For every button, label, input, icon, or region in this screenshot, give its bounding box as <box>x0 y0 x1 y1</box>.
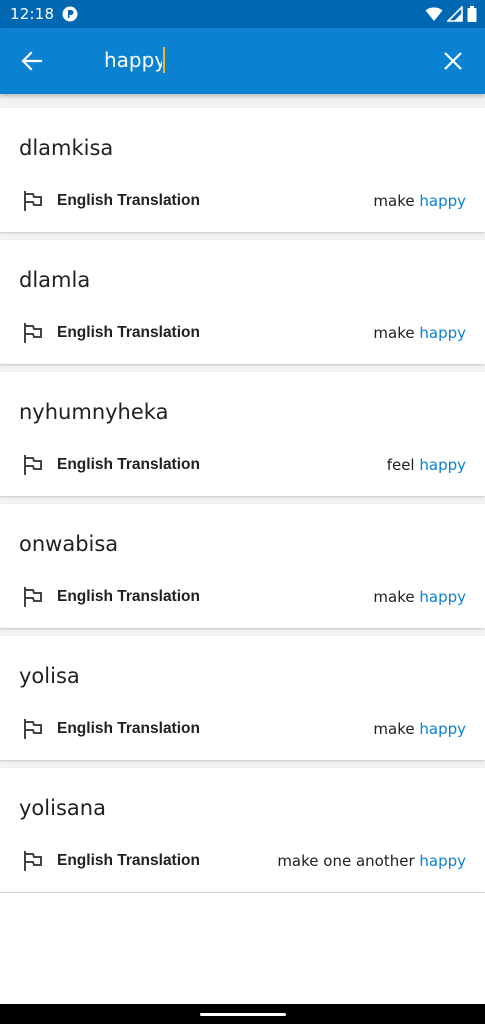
flag-icon <box>24 455 42 475</box>
translation-row: English Translation feel happy <box>22 452 466 478</box>
translation-text: feel <box>386 456 420 474</box>
search-match-highlight: happy <box>419 588 466 606</box>
search-match-highlight: happy <box>419 720 466 738</box>
search-match-highlight: happy <box>419 324 466 342</box>
translation-row: English Translation make happy <box>22 584 466 610</box>
app-notification-icon <box>62 6 78 22</box>
flag-icon <box>24 323 42 343</box>
translation-label: English Translation <box>57 852 200 869</box>
result-word: dlamkisa <box>19 136 114 160</box>
translation-value: make happy <box>373 588 466 606</box>
result-word: onwabisa <box>19 532 119 556</box>
translation-row: English Translation make one another hap… <box>22 848 466 874</box>
result-card[interactable]: yolisana English Translation make one an… <box>0 768 485 892</box>
translation-value: make happy <box>373 720 466 738</box>
translation-label: English Translation <box>57 588 200 605</box>
result-card[interactable]: nyhumnyheka English Translation feel hap… <box>0 372 485 496</box>
result-card[interactable]: dlamkisa English Translation make happy <box>0 108 485 232</box>
status-icons <box>425 6 477 22</box>
flag-icon <box>24 587 42 607</box>
translation-value: make happy <box>373 324 466 342</box>
translation-row: English Translation make happy <box>22 320 466 346</box>
text-caret <box>163 47 165 73</box>
battery-icon <box>467 6 477 22</box>
search-field[interactable] <box>104 44 165 76</box>
translation-row: English Translation make happy <box>22 188 466 214</box>
flag-icon <box>24 851 42 871</box>
home-gesture-handle[interactable] <box>200 1013 286 1016</box>
translation-label: English Translation <box>57 324 200 341</box>
result-card[interactable]: dlamla English Translation make happy <box>0 240 485 364</box>
translation-text: make <box>373 324 420 342</box>
result-word: nyhumnyheka <box>19 400 169 424</box>
translation-value: feel happy <box>387 456 466 474</box>
translation-text: make <box>373 192 420 210</box>
search-match-highlight: happy <box>419 456 466 474</box>
result-card[interactable]: yolisa English Translation make happy <box>0 636 485 760</box>
close-icon[interactable] <box>441 49 465 73</box>
signal-icon <box>447 6 463 22</box>
translation-label: English Translation <box>57 720 200 737</box>
flag-icon <box>24 719 42 739</box>
search-app-bar <box>0 28 485 94</box>
translation-text: make <box>373 720 420 738</box>
translation-label: English Translation <box>57 192 200 209</box>
system-navigation-bar <box>0 1004 485 1024</box>
translation-text: make one another <box>277 852 420 870</box>
flag-icon <box>24 191 42 211</box>
back-arrow-icon[interactable] <box>18 47 46 75</box>
translation-label: English Translation <box>57 456 200 473</box>
translation-row: English Translation make happy <box>22 716 466 742</box>
status-bar: 12:18 <box>0 0 485 28</box>
search-match-highlight: happy <box>419 192 466 210</box>
translation-value: make happy <box>373 192 466 210</box>
result-card[interactable]: onwabisa English Translation make happy <box>0 504 485 628</box>
result-word: yolisa <box>19 664 80 688</box>
result-word: yolisana <box>19 796 106 820</box>
search-input[interactable] <box>104 48 162 72</box>
result-word: dlamla <box>19 268 91 292</box>
empty-list-area <box>0 893 485 1004</box>
search-match-highlight: happy <box>419 852 466 870</box>
wifi-icon <box>425 7 443 21</box>
status-time: 12:18 <box>10 5 55 23</box>
translation-value: make one another happy <box>277 852 466 870</box>
translation-text: make <box>373 588 420 606</box>
